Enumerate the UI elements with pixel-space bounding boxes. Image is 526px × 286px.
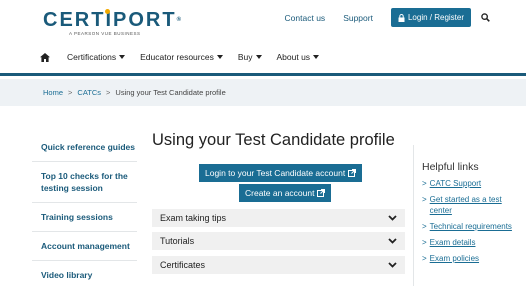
helpful-link-exam-policies[interactable]: > Exam policies: [422, 253, 523, 264]
helpful-link-exam-details[interactable]: > Exam details: [422, 237, 523, 248]
caret-down-icon: [119, 55, 126, 59]
external-link-icon: [348, 169, 357, 177]
certiport-logo[interactable]: CERTIPORT® A PEARSON VUE BUSINESS: [43, 9, 183, 36]
sidebar-item-account-management[interactable]: Account management: [32, 232, 137, 261]
site-header: CERTIPORT® A PEARSON VUE BUSINESS Contac…: [0, 0, 526, 76]
support-link[interactable]: Support: [343, 13, 373, 23]
caret-down-icon: [216, 55, 223, 59]
login-test-candidate-button[interactable]: Login to your Test Candidate account: [199, 164, 363, 182]
helpful-links-panel: Helpful links > CATC Support > Get started…: [413, 145, 523, 286]
main-nav: Certifications Educator resources Buy Ab…: [40, 52, 334, 62]
nav-label: Certifications: [67, 52, 117, 62]
helpful-link-technical-requirements[interactable]: > Technical requirements: [422, 221, 523, 232]
lock-icon: [398, 13, 405, 22]
breadcrumb-band: Home > CATCs > Using your Test Candidate…: [0, 79, 526, 106]
breadcrumb: Home > CATCs > Using your Test Candidate…: [43, 88, 226, 97]
helpful-link-get-started[interactable]: > Get started as a test center: [422, 194, 523, 216]
sidebar-item-video-library[interactable]: Video library: [32, 261, 137, 286]
accordion-label: Certificates: [160, 260, 206, 270]
accordion-tutorials[interactable]: Tutorials: [152, 232, 405, 252]
helpful-links-title: Helpful links: [422, 161, 479, 173]
nav-certifications[interactable]: Certifications: [67, 52, 126, 62]
logo-trademark: ®: [176, 17, 183, 23]
helpful-link-catc-support[interactable]: > CATC Support: [422, 178, 523, 189]
breadcrumb-home[interactable]: Home: [43, 88, 63, 97]
login-test-candidate-label: Login to your Test Candidate account: [205, 168, 346, 178]
sidebar-item-top-10-checks[interactable]: Top 10 checks for the testing session: [32, 162, 137, 203]
create-account-button[interactable]: Create an account: [239, 184, 332, 202]
nav-label: Buy: [237, 52, 253, 62]
breadcrumb-separator: >: [106, 88, 111, 97]
link-arrow: >: [422, 254, 427, 263]
page-title: Using your Test Candidate profile: [152, 131, 395, 149]
accordion-label: Tutorials: [160, 236, 195, 246]
helpful-link-label: Exam details: [429, 238, 476, 247]
login-register-label: Login / Register: [407, 13, 464, 22]
logo-dot: [105, 9, 110, 14]
link-arrow: >: [422, 195, 427, 204]
accordion-certificates[interactable]: Certificates: [152, 256, 405, 276]
caret-down-icon: [255, 55, 262, 59]
accordion-exam-taking-tips[interactable]: Exam taking tips: [152, 209, 405, 229]
contact-us-link[interactable]: Contact us: [285, 13, 326, 23]
nav-label: About us: [276, 52, 311, 62]
create-account-label: Create an account: [245, 188, 315, 198]
login-register-button[interactable]: Login / Register: [390, 8, 471, 27]
chevron-down-icon: [388, 262, 397, 268]
link-arrow: >: [422, 179, 427, 188]
nav-educator-resources[interactable]: Educator resources: [140, 52, 223, 62]
accordion-label: Exam taking tips: [160, 213, 227, 223]
link-arrow: >: [422, 238, 427, 247]
chevron-down-icon: [388, 215, 397, 221]
breadcrumb-current: Using your Test Candidate profile: [115, 88, 226, 97]
helpful-link-label: Get started as a test center: [429, 195, 502, 215]
link-arrow: >: [422, 222, 427, 231]
nav-about-us[interactable]: About us: [277, 52, 320, 62]
home-icon[interactable]: [40, 52, 50, 62]
helpful-link-label: CATC Support: [429, 179, 482, 188]
external-link-icon: [317, 189, 326, 197]
caret-down-icon: [313, 55, 320, 59]
utility-links: Contact us Support Login / Register: [285, 8, 490, 27]
search-icon[interactable]: [481, 13, 490, 22]
helpful-link-label: Exam policies: [429, 254, 480, 263]
nav-label: Educator resources: [140, 52, 214, 62]
nav-buy[interactable]: Buy: [238, 52, 262, 62]
sidebar-item-training-sessions[interactable]: Training sessions: [32, 203, 137, 232]
left-sidebar: Quick reference guides Top 10 checks for…: [32, 133, 137, 286]
logo-subtitle: A PEARSON VUE BUSINESS: [69, 31, 141, 36]
helpful-link-label: Technical requirements: [429, 222, 512, 231]
sidebar-item-quick-reference[interactable]: Quick reference guides: [32, 133, 137, 162]
breadcrumb-separator: >: [68, 88, 73, 97]
chevron-down-icon: [388, 238, 397, 244]
breadcrumb-catcs[interactable]: CATCs: [77, 88, 101, 97]
